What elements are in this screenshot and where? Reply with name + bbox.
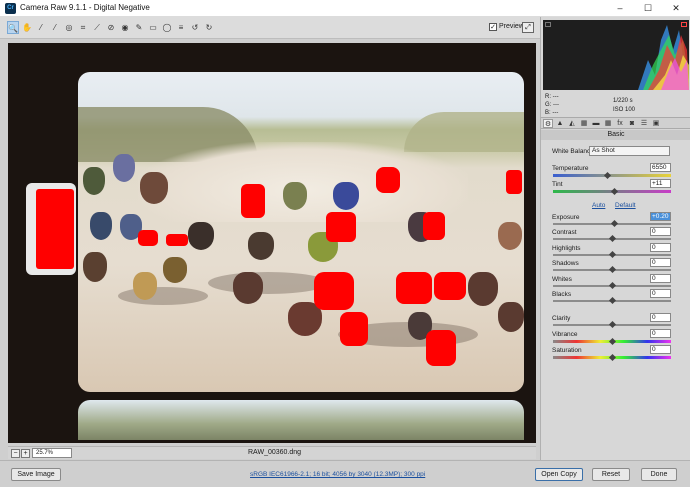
tab-detail-icon[interactable]: ◭ <box>567 119 577 128</box>
tab-effects-icon[interactable]: fx <box>615 119 625 128</box>
blacks-field[interactable]: 0 <box>650 289 671 298</box>
maximize-button[interactable]: ☐ <box>634 0 662 17</box>
open-copy-button[interactable]: Open Copy <box>535 468 583 481</box>
whites-slider-thumb[interactable] <box>608 281 617 290</box>
tab-split-toning-icon[interactable]: ▬ <box>591 119 601 128</box>
white-balance-tool-icon[interactable]: ⁄ <box>35 21 47 34</box>
camera-raw-app-icon: Cr <box>5 3 16 14</box>
close-button[interactable]: ✕ <box>662 0 690 17</box>
graduated-filter-icon[interactable]: ▭ <box>147 21 159 34</box>
tab-presets-icon[interactable]: ☰ <box>639 119 649 128</box>
save-image-button[interactable]: Save Image <box>11 468 61 481</box>
shadows-slider-thumb[interactable] <box>608 265 617 274</box>
preferences-icon[interactable]: ≡ <box>175 21 187 34</box>
color-sampler-tool-icon[interactable]: ⁄ <box>49 21 61 34</box>
exposure-slider-thumb[interactable] <box>610 219 619 228</box>
temperature-label: Temperature <box>552 165 589 172</box>
exif-info: 1/220 s ISO 100 <box>613 97 635 115</box>
tab-tone-curve-icon[interactable]: ▲ <box>555 119 565 128</box>
targeted-adjustment-tool-icon[interactable]: ◎ <box>63 21 75 34</box>
blacks-slider-thumb[interactable] <box>608 296 617 305</box>
title-bar: Cr Camera Raw 9.1.1 - Digital Negative –… <box>0 0 690 17</box>
exposure-label: Exposure <box>552 214 580 221</box>
histogram <box>543 20 689 90</box>
highlights-label: Highlights <box>552 245 581 252</box>
shutter-speed: 1/220 s <box>613 98 633 104</box>
adjustment-panel: R: --- G: --- B: --- 1/220 s ISO 100 ⚙ ▲… <box>540 17 690 460</box>
highlights-field[interactable]: 0 <box>650 243 671 252</box>
next-frame-strip <box>78 400 524 440</box>
shadow-clipping-warning-icon[interactable] <box>545 22 551 27</box>
preview-label: Preview <box>498 23 524 30</box>
film-sprocket-hole <box>26 183 76 275</box>
vibrance-label: Vibrance <box>552 331 578 338</box>
zoom-out-icon[interactable]: − <box>11 449 20 458</box>
section-title: Basic <box>541 130 690 140</box>
stacked-jars <box>138 142 468 222</box>
workflow-options-link[interactable]: sRGB IEC61966-2.1; 16 bit; 4056 by 3040 … <box>250 471 425 478</box>
red-eye-tool-icon[interactable]: ◉ <box>119 21 131 34</box>
tab-hsl-icon[interactable]: ▦ <box>579 119 589 128</box>
panel-tabs: ⚙ ▲ ◭ ▦ ▬ ▦ fx ◙ ☰ ▣ <box>541 117 690 129</box>
tab-lens-icon[interactable]: ▦ <box>603 119 613 128</box>
tint-field[interactable]: +11 <box>650 179 671 188</box>
histogram-graph <box>638 25 689 90</box>
contrast-slider-thumb[interactable] <box>608 234 617 243</box>
vibrance-field[interactable]: 0 <box>650 329 671 338</box>
image-preview-canvas[interactable] <box>8 43 536 443</box>
shadows-field[interactable]: 0 <box>650 258 671 267</box>
contrast-field[interactable]: 0 <box>650 227 671 236</box>
hand-tool-icon[interactable]: ✋ <box>21 21 33 34</box>
auto-link[interactable]: Auto <box>592 202 605 209</box>
whites-label: Whites <box>552 276 572 283</box>
rotate-right-icon[interactable]: ↻ <box>203 21 215 34</box>
white-balance-select[interactable]: As Shot <box>589 146 670 156</box>
zoom-tool-icon[interactable]: 🔍 <box>7 21 19 34</box>
iso-value: ISO 100 <box>613 107 636 113</box>
temperature-field[interactable]: 6550 <box>650 163 671 172</box>
saturation-label: Saturation <box>552 347 582 354</box>
adjustment-brush-icon[interactable]: ✎ <box>133 21 145 34</box>
tint-label: Tint <box>552 181 563 188</box>
exposure-field[interactable]: +0.20 <box>650 212 671 221</box>
done-button[interactable]: Done <box>641 468 677 481</box>
file-name: RAW_00360.dng <box>248 449 302 456</box>
photo-frame <box>78 72 524 392</box>
clarity-field[interactable]: 0 <box>650 313 671 322</box>
blacks-label: Blacks <box>552 291 572 298</box>
shadows-label: Shadows <box>552 260 579 267</box>
straighten-tool-icon[interactable]: ⟋ <box>91 21 103 34</box>
minimize-button[interactable]: – <box>606 0 634 17</box>
radial-filter-icon[interactable]: ◯ <box>161 21 173 34</box>
reset-button[interactable]: Reset <box>592 468 630 481</box>
rotate-left-icon[interactable]: ↺ <box>189 21 201 34</box>
dialog-footer: Save Image sRGB IEC61966-2.1; 16 bit; 40… <box>0 460 690 487</box>
tab-camera-calibration-icon[interactable]: ◙ <box>627 119 637 128</box>
fullscreen-toggle-icon[interactable]: ⤢ <box>522 22 534 33</box>
tab-basic-icon[interactable]: ⚙ <box>543 119 553 128</box>
preview-check-icon[interactable]: ✓ <box>489 23 497 31</box>
highlight-clipping-warning-icon[interactable] <box>681 22 687 27</box>
contrast-label: Contrast <box>552 229 577 236</box>
default-link[interactable]: Default <box>615 202 636 209</box>
clarity-slider-thumb[interactable] <box>608 320 617 329</box>
rgb-readout: R: --- G: --- B: --- <box>545 94 560 116</box>
highlights-slider-thumb[interactable] <box>608 250 617 259</box>
preview-checkbox[interactable]: ✓ Preview <box>489 23 524 31</box>
tab-snapshots-icon[interactable]: ▣ <box>651 119 661 128</box>
zoom-level-select[interactable]: 25.7% <box>32 448 72 458</box>
crop-tool-icon[interactable]: ⌗ <box>77 21 89 34</box>
clipping-highlight <box>36 189 74 269</box>
zoom-in-icon[interactable]: + <box>21 449 30 458</box>
spot-removal-tool-icon[interactable]: ⊘ <box>105 21 117 34</box>
temperature-slider[interactable] <box>553 174 671 177</box>
window-title: Camera Raw 9.1.1 - Digital Negative <box>20 3 150 12</box>
saturation-field[interactable]: 0 <box>650 345 671 354</box>
image-status-bar: − + 25.7% RAW_00360.dng <box>8 446 536 459</box>
whites-field[interactable]: 0 <box>650 274 671 283</box>
clarity-label: Clarity <box>552 315 571 322</box>
